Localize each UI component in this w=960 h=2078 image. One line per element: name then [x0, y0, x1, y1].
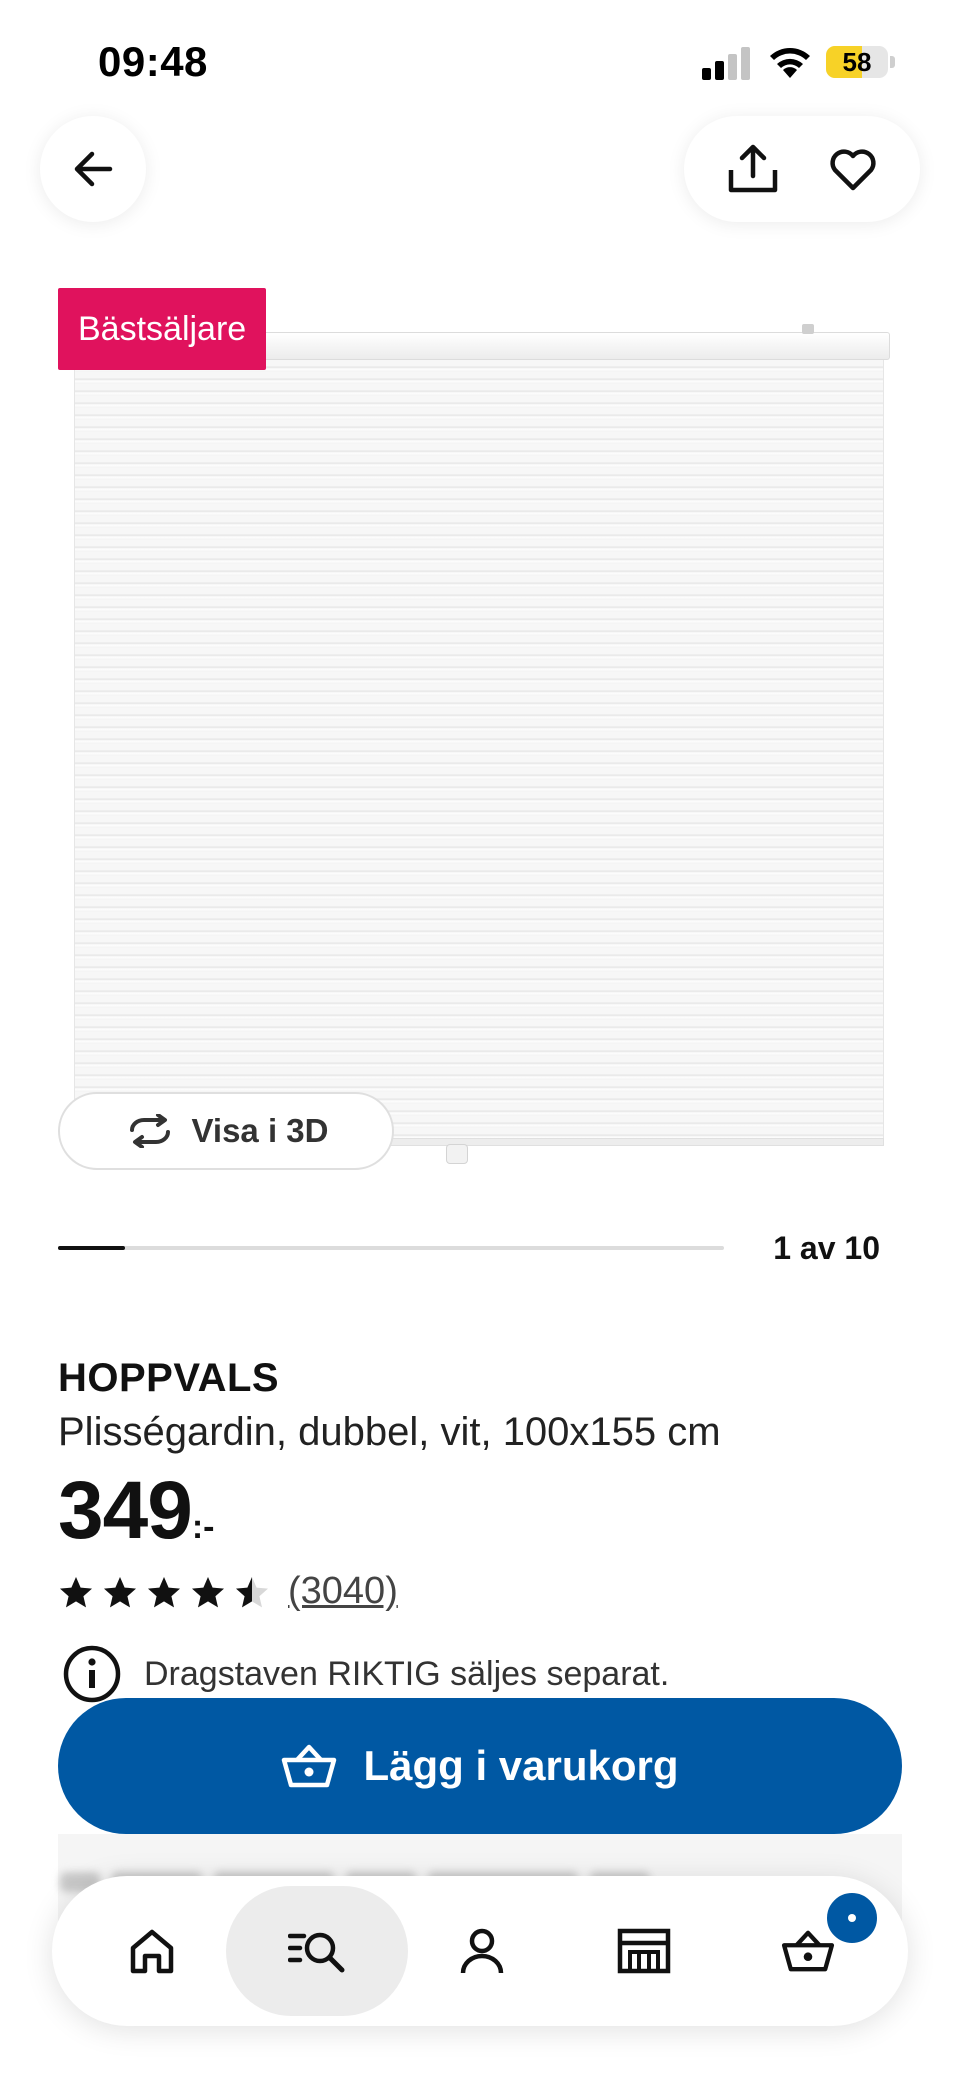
rating-stars	[58, 1575, 270, 1609]
bottom-navigation	[52, 1876, 908, 2026]
status-time: 09:48	[98, 38, 208, 85]
bestseller-badge: Bästsäljare	[58, 288, 267, 370]
heart-icon	[830, 149, 876, 191]
battery-level: 58	[842, 47, 872, 77]
search-list-icon	[288, 1932, 345, 1973]
nav-store[interactable]	[564, 1876, 724, 2026]
back-button[interactable]	[40, 116, 146, 222]
share-button[interactable]	[726, 144, 780, 194]
review-count[interactable]: (3040)	[288, 1570, 398, 1613]
basket-icon	[781, 1930, 835, 1972]
cellular-signal-icon	[702, 47, 750, 80]
rotate-3d-icon	[129, 1114, 170, 1148]
add-to-cart-label: Lägg i varukorg	[363, 1742, 679, 1789]
blind-fabric	[74, 360, 884, 1140]
battery-indicator: 58	[826, 44, 896, 80]
home-icon	[130, 1929, 174, 1974]
header-actions	[684, 116, 920, 222]
wifi-icon	[770, 48, 810, 78]
nav-profile[interactable]	[402, 1876, 562, 2026]
price-suffix: :-	[191, 1508, 215, 1546]
gallery-progress-track	[58, 1246, 724, 1250]
gallery-position: 1 av 10	[773, 1230, 880, 1266]
star-icon	[60, 1576, 92, 1607]
profile-icon	[460, 1928, 504, 1974]
star-icon	[104, 1576, 136, 1607]
star-icon	[148, 1576, 180, 1607]
share-icon	[728, 144, 778, 193]
status-bar: 09:48 58	[0, 0, 960, 120]
product-description: Plisségardin, dubbel, vit, 100x155 cm	[58, 1410, 721, 1454]
gallery-progress-fill	[58, 1246, 125, 1250]
cart-count-badge	[824, 1890, 880, 1946]
view-3d-button[interactable]: Visa i 3D	[58, 1092, 394, 1170]
arrow-left-icon	[74, 151, 113, 187]
product-image[interactable]	[58, 288, 894, 1164]
star-icon	[192, 1576, 224, 1607]
product-price: 349:-	[58, 1464, 214, 1558]
nav-home[interactable]	[72, 1876, 232, 2026]
notice-text: Dragstaven RIKTIG säljes separat.	[144, 1654, 670, 1693]
view-3d-label: Visa i 3D	[191, 1112, 329, 1149]
star-icon	[236, 1576, 268, 1607]
add-to-cart-button[interactable]: Lägg i varukorg	[58, 1698, 902, 1834]
favorite-button[interactable]	[828, 146, 878, 192]
info-icon	[63, 1645, 121, 1703]
basket-icon	[282, 1744, 337, 1788]
product-name: HOPPVALS	[58, 1356, 280, 1400]
store-icon	[617, 1928, 671, 1974]
product-notice: Dragstaven RIKTIG säljes separat.	[62, 1644, 669, 1704]
nav-search[interactable]	[237, 1876, 397, 2026]
price-amount: 349	[58, 1465, 193, 1556]
product-rating[interactable]: (3040)	[58, 1570, 398, 1613]
